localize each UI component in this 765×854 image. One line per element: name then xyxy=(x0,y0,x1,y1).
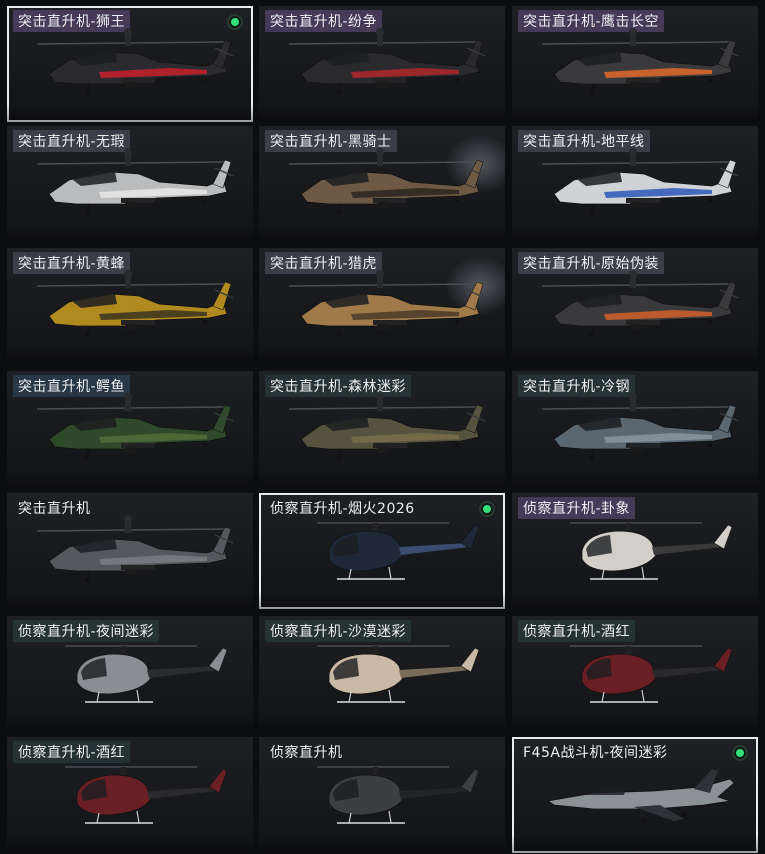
attack-helicopter-icon xyxy=(36,28,234,96)
skin-tile-1[interactable]: 突击直升机-狮王 xyxy=(7,6,253,122)
skin-tile-3[interactable]: 突击直升机-鹰击长空 xyxy=(512,6,758,122)
skin-tile-16[interactable]: 侦察直升机-夜间迷彩 xyxy=(7,616,253,732)
skin-tile-4[interactable]: 突击直升机-无瑕 xyxy=(7,126,253,242)
fighter-jet-icon xyxy=(546,769,735,824)
scout-helicopter-icon xyxy=(65,645,228,703)
attack-helicopter-icon xyxy=(288,148,486,216)
skin-tile-2[interactable]: 突击直升机-纷争 xyxy=(259,6,505,122)
scout-helicopter-icon xyxy=(317,645,480,703)
attack-helicopter-icon xyxy=(288,28,486,96)
skin-tile-5[interactable]: 突击直升机-黑骑士 xyxy=(259,126,505,242)
skin-tile-15[interactable]: 侦察直升机-卦象 xyxy=(512,493,758,609)
skin-tile-10[interactable]: 突击直升机-鳄鱼 xyxy=(7,371,253,487)
skin-tile-12[interactable]: 突击直升机-冷钢 xyxy=(512,371,758,487)
scout-helicopter-icon xyxy=(65,766,228,824)
equipped-status-icon xyxy=(479,501,495,517)
attack-helicopter-icon xyxy=(541,148,739,216)
skin-tile-21[interactable]: F45A战斗机-夜间迷彩 xyxy=(512,737,758,853)
attack-helicopter-icon xyxy=(36,148,234,216)
attack-helicopter-icon xyxy=(541,393,739,461)
scout-helicopter-icon xyxy=(570,522,733,580)
skin-tile-9[interactable]: 突击直升机-原始伪装 xyxy=(512,248,758,364)
skin-tile-19[interactable]: 侦察直升机-酒红 xyxy=(7,737,253,853)
skin-tile-8[interactable]: 突击直升机-猎虎 xyxy=(259,248,505,364)
attack-helicopter-icon xyxy=(36,393,234,461)
attack-helicopter-icon xyxy=(36,270,234,338)
skin-tile-17[interactable]: 侦察直升机-沙漠迷彩 xyxy=(259,616,505,732)
skin-tile-13[interactable]: 突击直升机 xyxy=(7,493,253,609)
vehicle-skin-grid: 突击直升机-狮王 突击直升机-纷争 突击直升机-鹰击长空 突击直升机-无瑕 突击直升机-… xyxy=(0,0,765,854)
attack-helicopter-icon xyxy=(541,28,739,96)
equipped-status-icon xyxy=(227,14,243,30)
attack-helicopter-icon xyxy=(288,270,486,338)
skin-tile-11[interactable]: 突击直升机-森林迷彩 xyxy=(259,371,505,487)
scout-helicopter-icon xyxy=(317,522,480,580)
equipped-status-icon xyxy=(732,745,748,761)
skin-tile-7[interactable]: 突击直升机-黄蜂 xyxy=(7,248,253,364)
skin-tile-6[interactable]: 突击直升机-地平线 xyxy=(512,126,758,242)
skin-tile-14[interactable]: 侦察直升机-烟火2026 xyxy=(259,493,505,609)
skin-tile-18[interactable]: 侦察直升机-酒红 xyxy=(512,616,758,732)
attack-helicopter-icon xyxy=(36,515,234,583)
scout-helicopter-icon xyxy=(317,766,480,824)
attack-helicopter-icon xyxy=(541,270,739,338)
skin-tile-20[interactable]: 侦察直升机 xyxy=(259,737,505,853)
attack-helicopter-icon xyxy=(288,393,486,461)
scout-helicopter-icon xyxy=(570,645,733,703)
